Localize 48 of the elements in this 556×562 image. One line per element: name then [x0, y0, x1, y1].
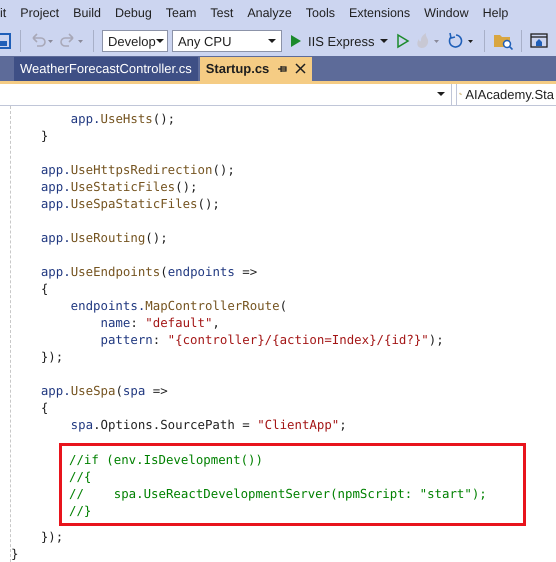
caret-icon	[156, 39, 164, 44]
file-tab[interactable]: Startup.cs	[200, 56, 312, 81]
code-line: });	[40, 349, 64, 364]
code-line: endpoints.MapControllerRoute(	[70, 298, 288, 313]
code-line: });	[40, 529, 64, 544]
menu-item[interactable]: Project	[13, 1, 66, 26]
code-line: app.UseSpa(spa =>	[40, 383, 168, 398]
code-line: app.UseStaticFiles();	[40, 179, 198, 194]
caret-icon	[380, 39, 388, 44]
folder-search-icon[interactable]	[493, 32, 514, 50]
platform-dropdown[interactable]: Any CPU	[172, 30, 282, 52]
menu-item[interactable]: Build	[66, 1, 108, 26]
code-line: {	[40, 400, 48, 415]
run-button[interactable]: IIS Express	[286, 34, 392, 49]
member-dropdown[interactable]: AIAcademy.Sta	[456, 84, 556, 105]
code-line: app.UseHsts();	[70, 111, 176, 126]
menu-item[interactable]: Help	[476, 1, 516, 26]
menu-item[interactable]: Extensions	[342, 1, 418, 26]
menu-item[interactable]: Window	[417, 1, 476, 26]
code-line: name: "default",	[100, 315, 220, 330]
caret-icon	[437, 92, 445, 96]
code-line: // spa.UseReactDevelopmentServer(npmScript: "start");	[69, 486, 487, 501]
menu-item[interactable]: Debug	[108, 1, 159, 26]
menu-item[interactable]: Team	[158, 1, 204, 26]
menu-item[interactable]: it	[0, 1, 14, 26]
code-line: }	[11, 546, 18, 561]
code-line: app.UseRouting();	[40, 230, 168, 245]
code-line: app.UseSpaStaticFiles();	[40, 196, 220, 211]
menu-item[interactable]: Analyze	[240, 1, 299, 26]
code-line: app.UseEndpoints(endpoints =>	[40, 264, 258, 279]
code-line: //{	[69, 469, 92, 484]
code-line: app.UseHttpsRedirection();	[40, 162, 235, 177]
file-tab[interactable]: WeatherForecastController.cs	[14, 56, 198, 81]
pin-icon[interactable]	[277, 64, 288, 74]
save-icon[interactable]	[0, 32, 12, 50]
code-line: //if (env.IsDevelopment())	[69, 452, 263, 467]
menu-item[interactable]: Test	[203, 1, 240, 26]
code-line: pattern: "{controller}/{action=Index}/{id?}");	[100, 332, 444, 347]
code-line: spa.Options.SourcePath = "ClientApp";	[70, 417, 347, 432]
code-line: {	[40, 281, 48, 296]
code-line: }	[40, 128, 48, 143]
close-icon[interactable]	[295, 63, 306, 74]
play-icon	[290, 34, 302, 48]
play-outline-icon[interactable]	[396, 33, 410, 50]
code-line: //}	[69, 503, 92, 518]
caret-icon	[268, 39, 276, 44]
menu-item[interactable]: Tools	[298, 1, 342, 26]
configuration-dropdown[interactable]: Develop	[102, 30, 168, 52]
